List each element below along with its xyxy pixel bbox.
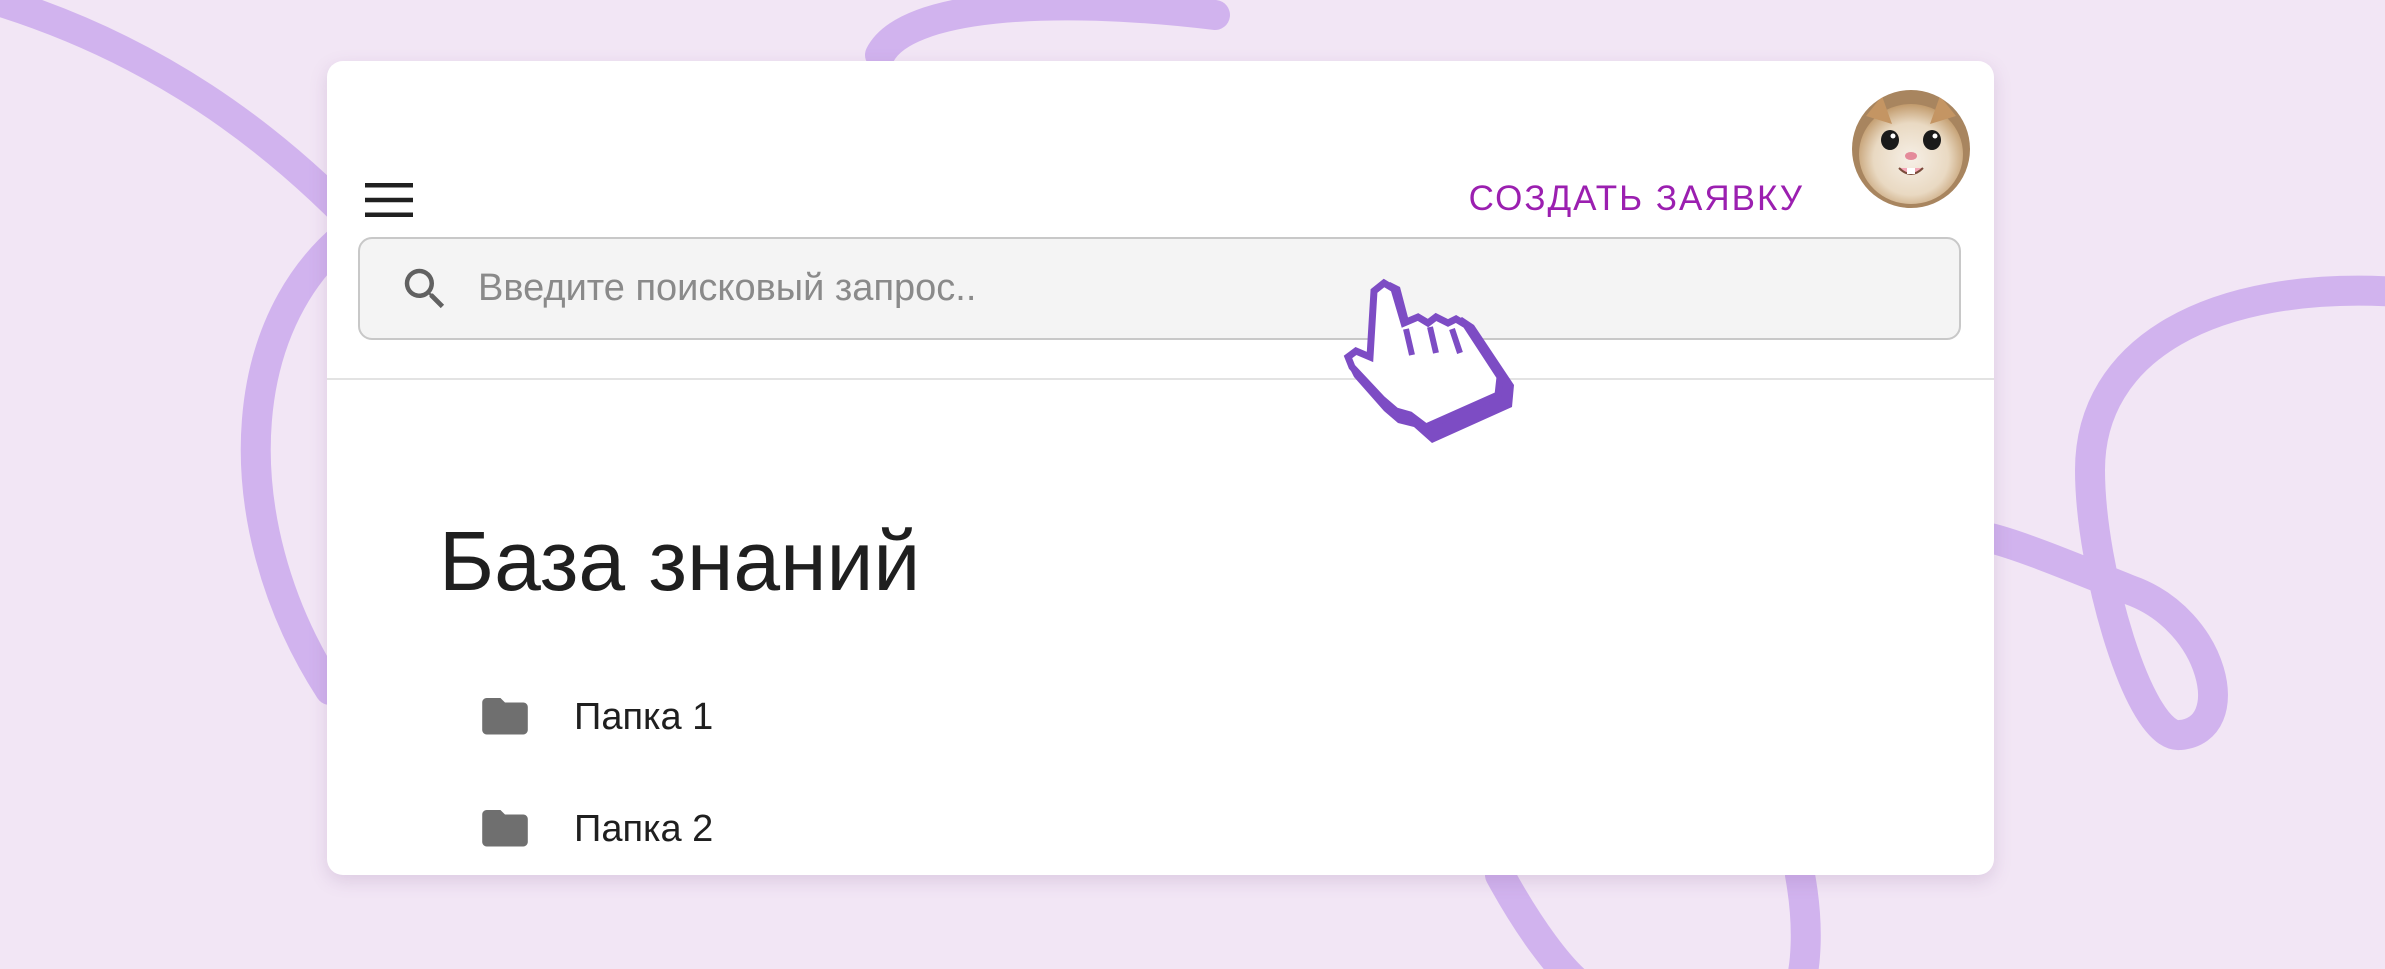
page-title: База знаний (439, 514, 921, 608)
folder-item[interactable]: Папка 1 (482, 661, 713, 773)
search-bar[interactable] (358, 237, 1961, 340)
cat-avatar-icon (1852, 90, 1970, 208)
menu-button[interactable] (359, 170, 419, 230)
hand-pointer-cursor-icon (1343, 278, 1514, 443)
search-icon (404, 268, 445, 308)
header-divider (327, 378, 1994, 380)
folder-label: Папка 2 (574, 807, 714, 850)
folder-icon (482, 698, 528, 735)
page-stage: СОЗДАТЬ ЗАЯВКУ Введите поисковый запрос.… (0, 0, 2385, 969)
folder-label: Папка 1 (574, 695, 714, 738)
knowledge-base-card: СОЗДАТЬ ЗАЯВКУ Введите поисковый запрос.… (327, 61, 1994, 875)
folder-item[interactable]: Папка 2 (482, 773, 713, 875)
user-avatar[interactable] (1852, 90, 1970, 208)
create-request-button[interactable]: СОЗДАТЬ ЗАЯВКУ (1469, 179, 1804, 219)
search-input[interactable] (478, 267, 1878, 310)
hamburger-menu-icon (365, 183, 413, 217)
folder-list: Папка 1 Папка 2 (482, 661, 713, 875)
top-app-bar: СОЗДАТЬ ЗАЯВКУ (327, 61, 1994, 379)
folder-icon (482, 810, 528, 847)
